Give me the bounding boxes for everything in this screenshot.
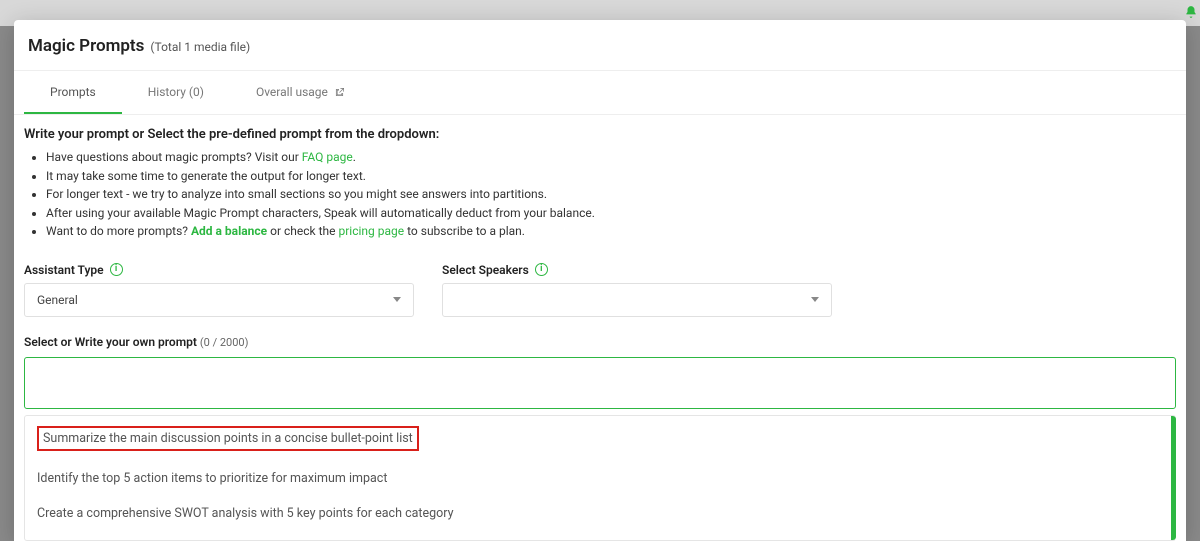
suggestion-text: Create a comprehensive SWOT analysis wit… <box>37 506 454 521</box>
instructions-list: Have questions about magic prompts? Visi… <box>24 148 1176 241</box>
suggestion-item[interactable]: Create a comprehensive SWOT analysis wit… <box>25 496 1176 531</box>
suggestion-item[interactable]: Summarize the main discussion points in … <box>25 416 1176 461</box>
modal-subtitle: (Total 1 media file) <box>150 40 250 54</box>
external-link-icon <box>334 87 345 98</box>
prompt-counter: (0 / 2000) <box>200 336 249 349</box>
assistant-type-select[interactable]: General <box>24 283 414 317</box>
instructions-heading: Write your prompt or Select the pre-defi… <box>24 127 1176 142</box>
instruction-item: After using your available Magic Prompt … <box>46 204 1176 223</box>
select-speakers-select[interactable] <box>442 283 832 317</box>
tab-label: History (0) <box>148 85 204 99</box>
prompt-suggestions-dropdown: Summarize the main discussion points in … <box>24 415 1176 541</box>
scrollbar[interactable] <box>1171 416 1176 540</box>
suggestion-item[interactable]: Highlight unresolved key issues and prov… <box>25 531 1176 541</box>
tab-prompts[interactable]: Prompts <box>24 71 122 114</box>
prompt-label: Select or Write your own prompt <box>24 335 197 349</box>
faq-link[interactable]: FAQ page <box>302 150 353 164</box>
assistant-type-label: Assistant Type <box>24 263 104 277</box>
instruction-item: Want to do more prompts? Add a balance o… <box>46 222 1176 241</box>
info-icon[interactable]: i <box>110 263 123 276</box>
magic-prompts-modal: Magic Prompts (Total 1 media file) Promp… <box>14 20 1186 541</box>
bell-icon[interactable] <box>1184 4 1198 23</box>
prompt-input-container <box>24 357 1176 409</box>
info-icon[interactable]: i <box>535 263 548 276</box>
modal-header: Magic Prompts (Total 1 media file) <box>14 20 1186 71</box>
pricing-link[interactable]: pricing page <box>339 224 405 238</box>
instruction-item: It may take some time to generate the ou… <box>46 167 1176 186</box>
add-balance-link[interactable]: Add a balance <box>191 224 267 238</box>
prompt-input[interactable] <box>25 358 1175 408</box>
suggestion-text: Identify the top 5 action items to prior… <box>37 471 387 486</box>
tab-label: Overall usage <box>256 85 328 99</box>
tab-bar: Prompts History (0) Overall usage <box>14 71 1186 115</box>
chevron-down-icon <box>811 297 819 302</box>
tab-history[interactable]: History (0) <box>122 71 230 114</box>
assistant-type-value: General <box>37 293 78 307</box>
tab-overall-usage[interactable]: Overall usage <box>230 71 371 114</box>
tab-label: Prompts <box>50 85 96 99</box>
suggestion-text: Summarize the main discussion points in … <box>37 426 419 451</box>
select-speakers-label: Select Speakers <box>442 263 529 277</box>
chevron-down-icon <box>393 297 401 302</box>
modal-title: Magic Prompts <box>28 36 144 56</box>
instruction-item: For longer text - we try to analyze into… <box>46 185 1176 204</box>
modal-body: Write your prompt or Select the pre-defi… <box>14 115 1186 349</box>
instruction-item: Have questions about magic prompts? Visi… <box>46 148 1176 167</box>
suggestion-item[interactable]: Identify the top 5 action items to prior… <box>25 461 1176 496</box>
